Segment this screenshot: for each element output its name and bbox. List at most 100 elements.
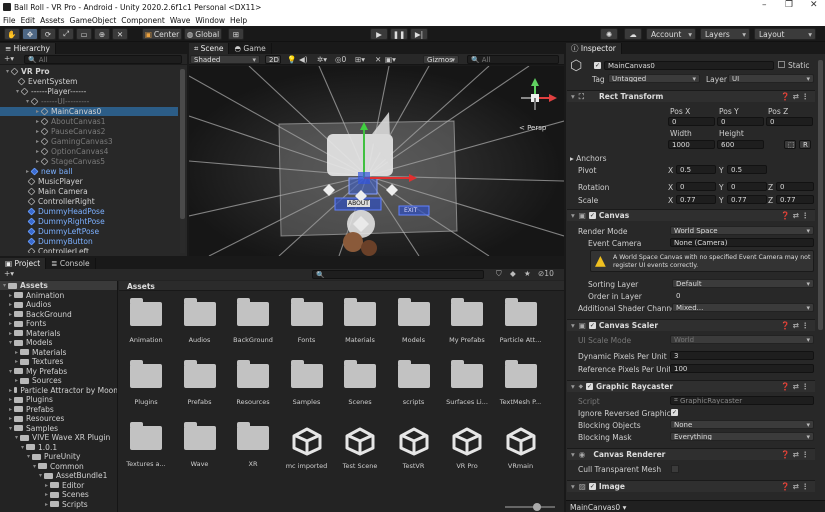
layers-dropdown[interactable]: Layers	[700, 28, 750, 40]
ignore-reversed-checkbox[interactable]: ✓	[671, 409, 678, 416]
hierarchy-item[interactable]: ▸ PauseCanvas2	[0, 127, 178, 136]
project-folder-item[interactable]: ▸ Textures	[0, 357, 117, 366]
canvas-scaler-header[interactable]: ▾ ▣ ✓ Canvas Scaler ❓ ⇄ ⋮	[567, 319, 815, 331]
asset-item[interactable]: scripts	[391, 360, 437, 406]
expand-arrow-icon[interactable]: ▾	[9, 368, 12, 375]
asset-item[interactable]: Audios	[177, 298, 223, 344]
project-folder-item[interactable]: ▸ Materials	[0, 348, 117, 357]
project-folder-item[interactable]: ▸ Scenes	[0, 490, 117, 499]
asset-item[interactable]: Samples	[284, 360, 330, 406]
project-folder-item[interactable]: ▸ Sources	[0, 376, 117, 385]
project-folder-item[interactable]: ▸ Resources	[0, 414, 117, 423]
graphic-raycaster-header[interactable]: ▾ ⌖ ✓ Graphic Raycaster ❓ ⇄ ⋮	[567, 380, 815, 392]
scene-search-input[interactable]: 🔍 All	[467, 55, 559, 64]
expand-arrow-icon[interactable]: ▸	[9, 311, 12, 318]
perspective-label[interactable]: < Persp	[519, 124, 546, 132]
hierarchy-scrollbar[interactable]	[180, 67, 185, 253]
rotate-tool-icon[interactable]: ⟳	[40, 28, 56, 40]
tab-scene[interactable]: ⌗ Scene	[189, 43, 230, 54]
blocking-mask-dropdown[interactable]: Everything	[670, 432, 814, 441]
rot-y-field[interactable]: 0	[727, 182, 767, 191]
hidden-count-icon[interactable]: ⊘10	[538, 269, 554, 278]
rot-x-field[interactable]: 0	[676, 182, 716, 191]
project-folder-item[interactable]: ▾ Common	[0, 462, 117, 471]
scale-z-field[interactable]: 0.77	[776, 195, 814, 204]
favorite-icon[interactable]: ★	[524, 269, 531, 278]
menu-gameobject[interactable]: GameObject	[70, 16, 117, 25]
project-folder-item[interactable]: ▾ AssetBundle1	[0, 471, 117, 480]
render-mode-dropdown[interactable]: World Space	[670, 226, 814, 235]
expand-arrow-icon[interactable]: ▾	[39, 472, 42, 479]
hierarchy-item[interactable]: ControllerRight	[0, 197, 178, 206]
pivot-x-field[interactable]: 0.5	[676, 165, 716, 174]
transform-tool-icon[interactable]: ⊕	[94, 28, 110, 40]
project-folder-item[interactable]: ▾ Models	[0, 338, 117, 347]
expand-arrow-icon[interactable]: ▸	[36, 158, 39, 165]
hierarchy-item[interactable]: ▸ MainCanvas0	[0, 107, 178, 116]
expand-arrow-icon[interactable]: ▸	[9, 415, 12, 422]
order-in-layer-field[interactable]: 0	[672, 291, 814, 300]
close-icon[interactable]: ✕	[810, 0, 818, 10]
width-field[interactable]: 1000	[668, 140, 715, 149]
menu-file[interactable]: File	[3, 16, 16, 25]
shading-mode-dropdown[interactable]: Shaded	[190, 55, 260, 64]
project-folder-item[interactable]: ▾ My Prefabs	[0, 367, 117, 376]
project-folder-item[interactable]: ▾ 1.0.1	[0, 443, 117, 452]
inspector-scrollbar[interactable]	[818, 60, 823, 330]
canvas-header[interactable]: ▾ ▣ ✓ Canvas ❓ ⇄ ⋮	[567, 209, 815, 221]
asset-item[interactable]: Test Scene	[337, 426, 383, 470]
asset-item[interactable]: Textures a...	[123, 422, 169, 468]
preview-object-name[interactable]: MainCanvas0 ▾	[570, 503, 626, 512]
rot-z-field[interactable]: 0	[776, 182, 814, 191]
expand-arrow-icon[interactable]: ▾	[16, 88, 19, 95]
expand-arrow-icon[interactable]: ▸	[45, 501, 48, 508]
asset-item[interactable]: VR Pro	[444, 426, 490, 470]
asset-item[interactable]: Animation	[123, 298, 169, 344]
tab-project[interactable]: ▣ Project	[0, 258, 47, 269]
expand-arrow-icon[interactable]: ▸	[45, 482, 48, 489]
expand-arrow-icon[interactable]: ▾	[33, 463, 36, 470]
height-field[interactable]: 600	[717, 140, 764, 149]
reference-ppu-field[interactable]: 100	[670, 364, 814, 373]
expand-arrow-icon[interactable]: ▸	[45, 491, 48, 498]
expand-arrow-icon[interactable]: ▾	[9, 339, 12, 346]
expand-arrow-icon[interactable]: ▸	[9, 387, 12, 394]
hierarchy-item[interactable]: ControllerLeft	[0, 247, 178, 253]
expand-arrow-icon[interactable]: ▾	[9, 425, 12, 432]
layout-dropdown[interactable]: Layout	[754, 28, 816, 40]
2d-toggle[interactable]: 2D	[265, 55, 281, 64]
hierarchy-item[interactable]: ▾ ------UI---------	[0, 97, 178, 106]
expand-arrow-icon[interactable]: ▸	[9, 396, 12, 403]
hierarchy-item[interactable]: ▸ OptionCanvas4	[0, 147, 178, 156]
sorting-layer-dropdown[interactable]: Default	[672, 279, 814, 288]
asset-item[interactable]: VRmain	[498, 426, 544, 470]
filter-type-icon[interactable]: ⛉	[496, 269, 502, 279]
asset-item[interactable]: Resources	[230, 360, 276, 406]
expand-arrow-icon[interactable]: ▸	[36, 108, 39, 115]
hierarchy-item[interactable]: Main Camera	[0, 187, 178, 196]
asset-item[interactable]: Surfaces Li...	[444, 360, 490, 406]
asset-item[interactable]: XR	[230, 422, 276, 468]
menu-edit[interactable]: Edit	[21, 16, 36, 25]
expand-arrow-icon[interactable]: ▾	[27, 453, 30, 460]
audio-icon[interactable]: ◀)	[299, 55, 308, 64]
asset-item[interactable]: Plugins	[123, 360, 169, 406]
expand-arrow-icon[interactable]: ▸	[36, 128, 39, 135]
expand-arrow-icon[interactable]: ▾	[26, 98, 29, 105]
hidden-objects-icon[interactable]: ◎0	[335, 55, 346, 64]
project-folder-item[interactable]: ▾ PureUnity	[0, 452, 117, 461]
asset-item[interactable]: My Prefabs	[444, 298, 490, 344]
scale-tool-icon[interactable]: ⤢	[58, 28, 74, 40]
move-tool-icon[interactable]: ✥	[22, 28, 38, 40]
pause-button[interactable]: ❚❚	[390, 28, 408, 40]
expand-arrow-icon[interactable]: ▾	[21, 444, 24, 451]
asset-item[interactable]: Materials	[337, 298, 383, 344]
blueprint-mode-icon[interactable]: ⬚	[784, 140, 796, 149]
hierarchy-item[interactable]: DummyButton	[0, 237, 178, 246]
effects-icon[interactable]: ✲▾	[317, 55, 327, 64]
hierarchy-search-input[interactable]: 🔍 All	[24, 55, 182, 64]
menu-assets[interactable]: Assets	[40, 16, 64, 25]
rect-tool-icon[interactable]: ▭	[76, 28, 92, 40]
breadcrumb-assets[interactable]: Assets	[127, 282, 155, 291]
asset-item[interactable]: BackGround	[230, 298, 276, 344]
